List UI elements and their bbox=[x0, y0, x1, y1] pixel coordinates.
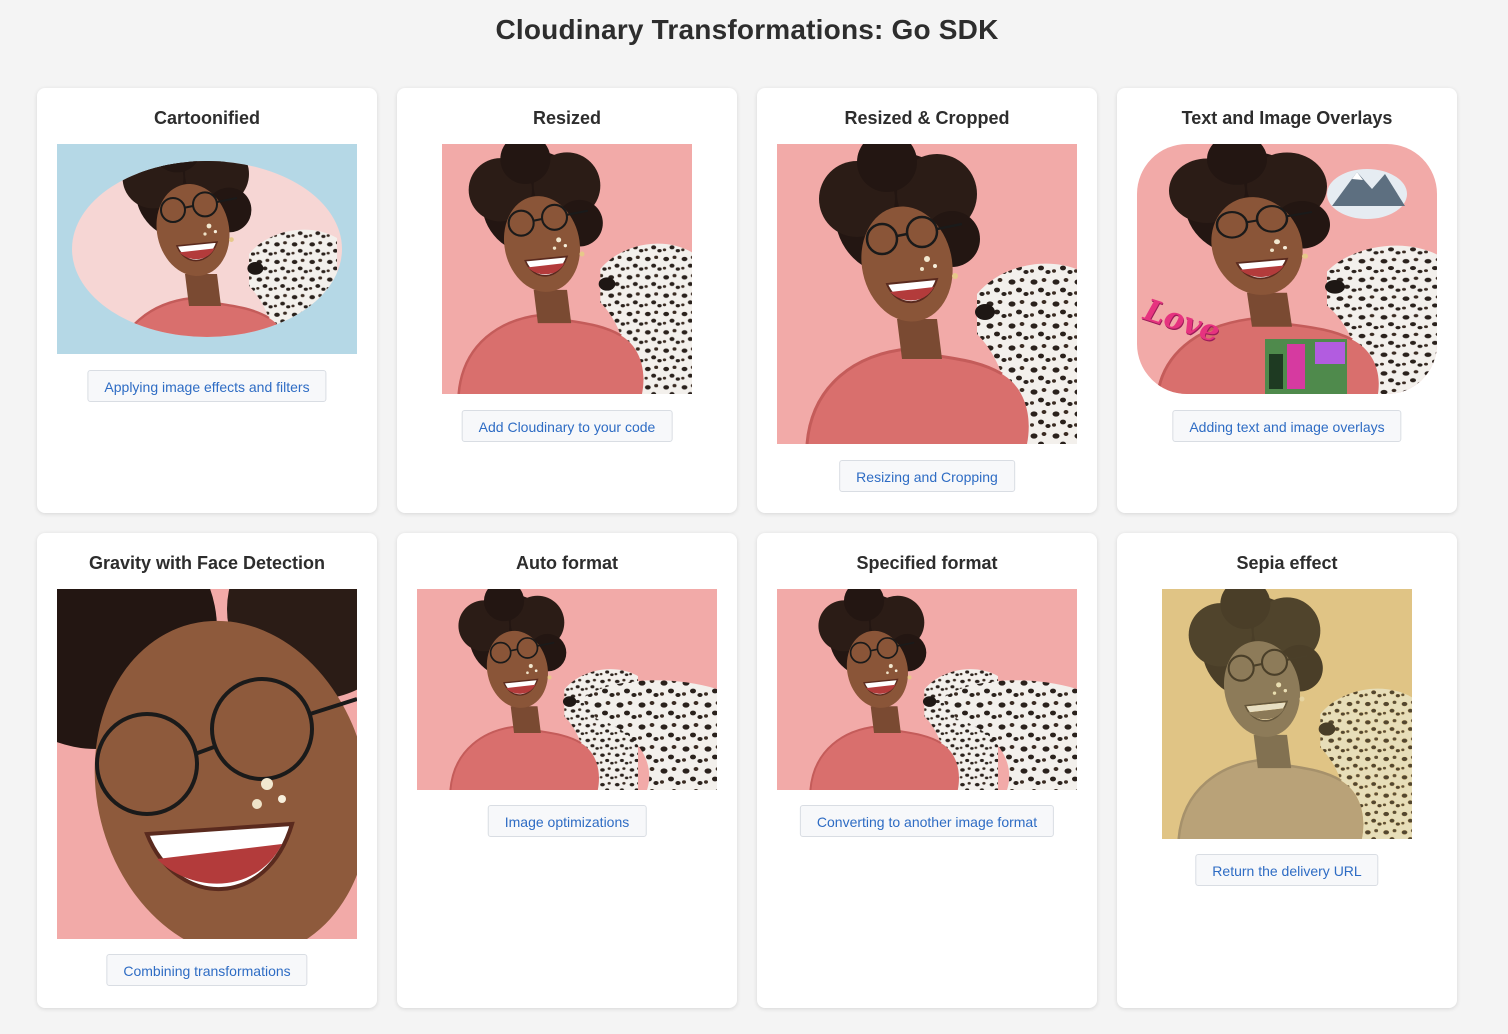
face-detection-photo bbox=[57, 589, 357, 939]
card-face-detection: Gravity with Face Detection Combining tr… bbox=[37, 533, 377, 1008]
auto-format-photo bbox=[417, 589, 717, 790]
card-title: Text and Image Overlays bbox=[1181, 108, 1393, 128]
image-optimizations-link[interactable]: Image optimizations bbox=[487, 805, 647, 837]
text-image-overlays-link[interactable]: Adding text and image overlays bbox=[1172, 410, 1402, 442]
card-auto-format: Auto format Image optimizations bbox=[397, 533, 737, 1008]
card-title: Cartoonified bbox=[154, 108, 260, 128]
card-title: Resized bbox=[532, 108, 602, 128]
card-specified-format: Specified format Converting to another i… bbox=[757, 533, 1097, 1008]
delivery-url-link[interactable]: Return the delivery URL bbox=[1195, 854, 1379, 886]
card-title: Sepia effect bbox=[1236, 553, 1338, 573]
effects-filters-link[interactable]: Applying image effects and filters bbox=[87, 370, 327, 402]
resizing-cropping-link[interactable]: Resizing and Cropping bbox=[839, 460, 1015, 492]
add-cloudinary-link[interactable]: Add Cloudinary to your code bbox=[461, 410, 673, 442]
card-title: Gravity with Face Detection bbox=[88, 553, 326, 573]
resized-photo bbox=[442, 144, 692, 394]
card-title: Resized & Cropped bbox=[844, 108, 1010, 128]
sepia-photo bbox=[1162, 589, 1412, 839]
card-resized: Resized Add Cloudinary to your code bbox=[397, 88, 737, 513]
cartoonified-photo bbox=[57, 144, 357, 354]
page-title: Cloudinary Transformations: Go SDK bbox=[495, 14, 999, 45]
specified-format-photo bbox=[777, 589, 1077, 790]
resized-cropped-photo bbox=[777, 144, 1077, 444]
card-overlays: Text and Image Overlays Love Adding text… bbox=[1117, 88, 1457, 513]
convert-format-link[interactable]: Converting to another image format bbox=[799, 805, 1055, 837]
card-sepia: Sepia effect Return the delivery URL bbox=[1117, 533, 1457, 1008]
combining-transformations-link[interactable]: Combining transformations bbox=[106, 954, 308, 986]
overlays-photo: Love bbox=[1137, 144, 1437, 394]
card-cartoonified: Cartoonified Applying image effects and … bbox=[37, 88, 377, 513]
card-title: Auto format bbox=[516, 553, 618, 573]
card-resized-cropped: Resized & Cropped Resizing and Cropping bbox=[757, 88, 1097, 513]
card-title: Specified format bbox=[856, 553, 998, 573]
